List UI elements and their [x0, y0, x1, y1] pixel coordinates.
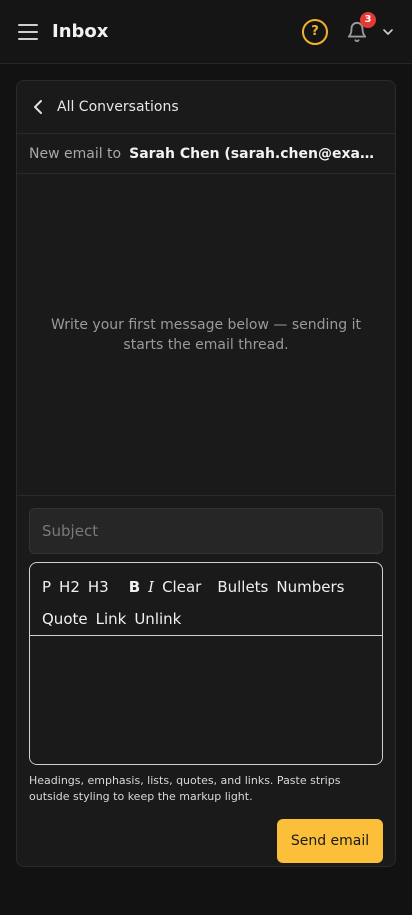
- notifications-button[interactable]: 3: [346, 11, 376, 43]
- italic-button[interactable]: I: [148, 571, 154, 603]
- heading3-button[interactable]: H3: [88, 571, 109, 603]
- recipient-name: Sarah Chen (sarah.chen@example.com): [129, 145, 383, 162]
- subject-input[interactable]: [29, 508, 383, 554]
- editor-toolbar: P H2 H3 B I Clear Bullets Numbers Quote …: [30, 563, 382, 636]
- compose-form: P H2 H3 B I Clear Bullets Numbers Quote …: [17, 496, 395, 863]
- back-link-label: All Conversations: [57, 99, 179, 115]
- page-title: Inbox: [52, 21, 109, 42]
- link-button[interactable]: Link: [96, 603, 127, 635]
- recipient-prefix: New email to: [29, 145, 122, 162]
- recipient-row: New email to Sarah Chen (sarah.chen@exam…: [17, 134, 395, 174]
- app-header: Inbox ? 3: [0, 0, 412, 64]
- send-row: Send email: [29, 819, 383, 863]
- heading2-button[interactable]: H2: [59, 571, 80, 603]
- back-to-conversations-link[interactable]: All Conversations: [17, 81, 395, 134]
- send-email-button[interactable]: Send email: [277, 819, 383, 863]
- message-thread-area: Write your first message below — sending…: [17, 174, 395, 496]
- quote-button[interactable]: Quote: [42, 603, 88, 635]
- chevron-left-icon: [34, 100, 42, 114]
- hamburger-menu-icon[interactable]: [18, 23, 38, 40]
- bullet-list-button[interactable]: Bullets: [217, 571, 268, 603]
- unlink-button[interactable]: Unlink: [134, 603, 181, 635]
- notification-badge: 3: [360, 11, 376, 28]
- numbered-list-button[interactable]: Numbers: [276, 571, 344, 603]
- paragraph-button[interactable]: P: [42, 571, 51, 603]
- chevron-down-icon[interactable]: [380, 24, 396, 40]
- rich-text-editor: P H2 H3 B I Clear Bullets Numbers Quote …: [29, 562, 383, 765]
- conversation-card: All Conversations New email to Sarah Che…: [16, 80, 396, 867]
- help-circle-icon: [302, 19, 328, 45]
- help-button[interactable]: ?: [302, 18, 328, 45]
- empty-thread-message: Write your first message below — sending…: [51, 316, 361, 353]
- message-body-editor[interactable]: [30, 636, 382, 764]
- clear-format-button[interactable]: Clear: [162, 571, 201, 603]
- bold-button[interactable]: B: [129, 571, 140, 603]
- editor-helper-text: Headings, emphasis, lists, quotes, and l…: [29, 774, 341, 803]
